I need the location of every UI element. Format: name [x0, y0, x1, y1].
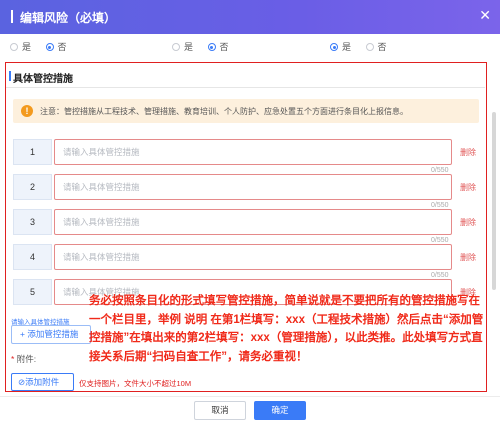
measure-input[interactable]: 请输入具体管控措施: [54, 174, 452, 200]
radio-group-1: 是 否: [10, 40, 79, 54]
section-divider: [6, 87, 485, 88]
add-attachment-button[interactable]: ⊘添加附件: [11, 373, 74, 391]
delete-link[interactable]: 删除: [460, 147, 476, 158]
footer-divider: [0, 396, 500, 397]
radio-option-yes[interactable]: 是: [10, 40, 31, 53]
row-index: 3: [13, 209, 52, 235]
notice-text: 注意：管控措施从工程技术、管理措施、教育培训、个人防护、应急处置五个方面进行条目…: [40, 107, 408, 116]
measure-row: 4 请输入具体管控措施 删除 0/550: [13, 244, 483, 279]
measure-row: 1 请输入具体管控措施 删除 0/550: [13, 139, 483, 174]
section-title: 具体管控措施: [9, 70, 73, 85]
dialog-title: 编辑风险（必填）: [20, 11, 117, 25]
cancel-button[interactable]: 取消: [194, 401, 246, 420]
delete-link[interactable]: 删除: [460, 217, 476, 228]
measure-input[interactable]: 请输入具体管控措施: [54, 209, 452, 235]
attachment-label-text: 附件:: [16, 354, 37, 364]
radio-button-selected[interactable]: [330, 43, 338, 51]
measure-input[interactable]: 请输入具体管控措施: [54, 139, 452, 165]
radio-button-selected[interactable]: [45, 43, 54, 51]
delete-link[interactable]: 删除: [460, 252, 476, 263]
radio-option-yes[interactable]: 是: [172, 40, 193, 53]
measure-input[interactable]: 请输入具体管控措施: [54, 244, 452, 270]
attachment-note: 仅支持图片，文件大小不超过10M: [79, 379, 192, 388]
radio-option-no[interactable]: 否: [45, 40, 67, 53]
row-index: 2: [13, 174, 52, 200]
radio-option-no[interactable]: 否: [207, 40, 229, 53]
header-accent-bar: [11, 10, 13, 23]
radio-button[interactable]: [172, 43, 180, 51]
radio-button[interactable]: [365, 43, 374, 51]
char-count: 0/550: [431, 272, 449, 279]
radio-option-no[interactable]: 否: [365, 40, 387, 53]
radio-button[interactable]: [10, 43, 18, 51]
delete-link[interactable]: 删除: [460, 182, 476, 193]
radio-group-3: 是 否: [330, 40, 399, 54]
warning-icon: !: [21, 105, 33, 117]
instruction-annotation: 务必按照条目化的形式填写管控措施，简单说就是不要把所有的管控措施写在一个栏目里，…: [89, 295, 484, 363]
scrollbar[interactable]: [492, 112, 496, 290]
radio-group-2: 是 否: [172, 40, 241, 54]
char-count: 0/550: [431, 167, 449, 174]
radio-button-selected[interactable]: [207, 43, 216, 51]
dialog-header: 编辑风险（必填） ✕: [0, 0, 500, 34]
measure-row: 2 请输入具体管控措施 删除 0/550: [13, 174, 483, 209]
char-count: 0/550: [431, 202, 449, 209]
char-count: 0/550: [431, 237, 449, 244]
confirm-button[interactable]: 确定: [254, 401, 306, 420]
close-icon[interactable]: ✕: [479, 7, 491, 24]
required-star: *: [11, 354, 15, 364]
row-index: 1: [13, 139, 52, 165]
row-index: 5: [13, 279, 52, 305]
row-index: 4: [13, 244, 52, 270]
attachment-label: * 附件:: [11, 353, 36, 365]
notice-banner: ! 注意：管控措施从工程技术、管理措施、教育培训、个人防护、应急处置五个方面进行…: [13, 99, 479, 123]
measure-row: 3 请输入具体管控措施 删除 0/550: [13, 209, 483, 244]
radio-option-yes[interactable]: 是: [330, 40, 351, 53]
add-measure-button[interactable]: + 添加管控措施: [11, 325, 91, 344]
